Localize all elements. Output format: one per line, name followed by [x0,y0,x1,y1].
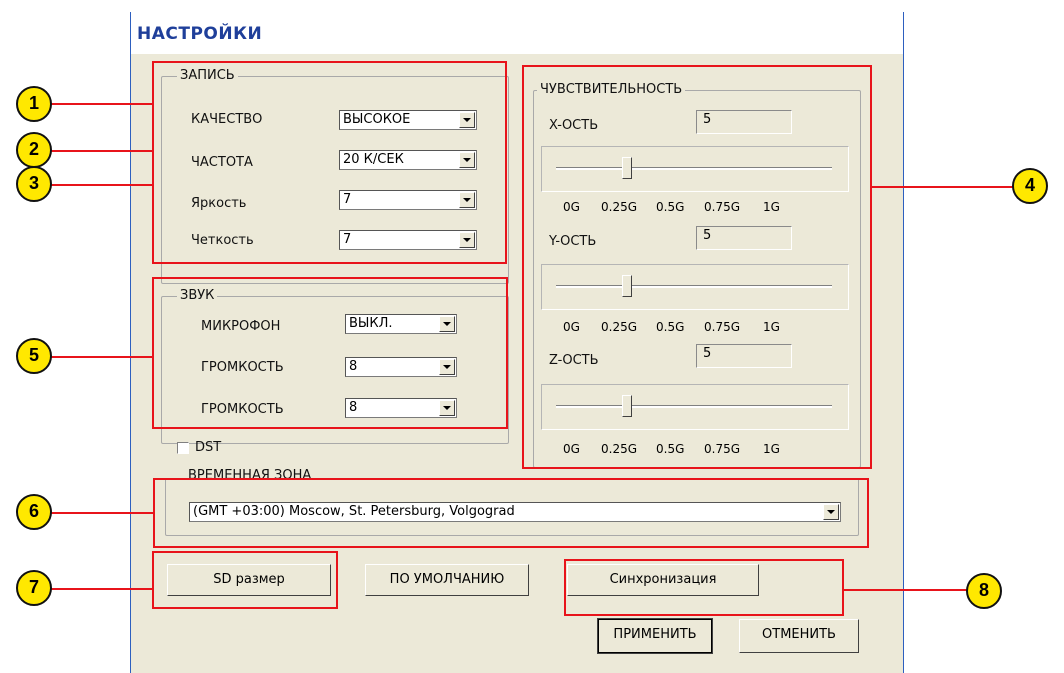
annotation-box-sound [152,277,508,429]
leader-line-1 [48,103,152,105]
annotation-box-sync [564,559,844,616]
annotation-box-recording [152,61,507,264]
cancel-button-label: ОТМЕНИТЬ [762,627,836,642]
dst-checkbox[interactable] [177,442,189,454]
callout-2: 2 [16,132,52,168]
callout-4: 4 [1012,168,1048,204]
apply-button[interactable]: ПРИМЕНИТЬ [597,618,713,654]
dst-label: DST [195,440,222,455]
callout-6: 6 [16,494,52,530]
leader-line-3 [48,184,152,186]
leader-line-2 [48,150,152,152]
defaults-button-label: ПО УМОЛЧАНИЮ [389,572,505,587]
callout-3: 3 [16,166,52,202]
annotation-box-sd-size [152,551,338,609]
annotation-box-sensitivity [522,65,872,469]
callout-5: 5 [16,338,52,374]
window-title: НАСТРОЙКИ [137,24,263,44]
title-bar: НАСТРОЙКИ [131,12,903,54]
leader-line-4 [872,186,1014,188]
leader-line-5 [48,356,152,358]
leader-line-8 [844,589,968,591]
leader-line-7 [48,588,152,590]
callout-8: 8 [966,573,1002,609]
annotation-box-timezone [153,478,869,548]
apply-button-label: ПРИМЕНИТЬ [613,627,697,642]
cancel-button[interactable]: ОТМЕНИТЬ [739,619,859,653]
callout-7: 7 [16,570,52,606]
callout-1: 1 [16,86,52,122]
defaults-button[interactable]: ПО УМОЛЧАНИЮ [365,564,529,596]
leader-line-6 [48,512,153,514]
